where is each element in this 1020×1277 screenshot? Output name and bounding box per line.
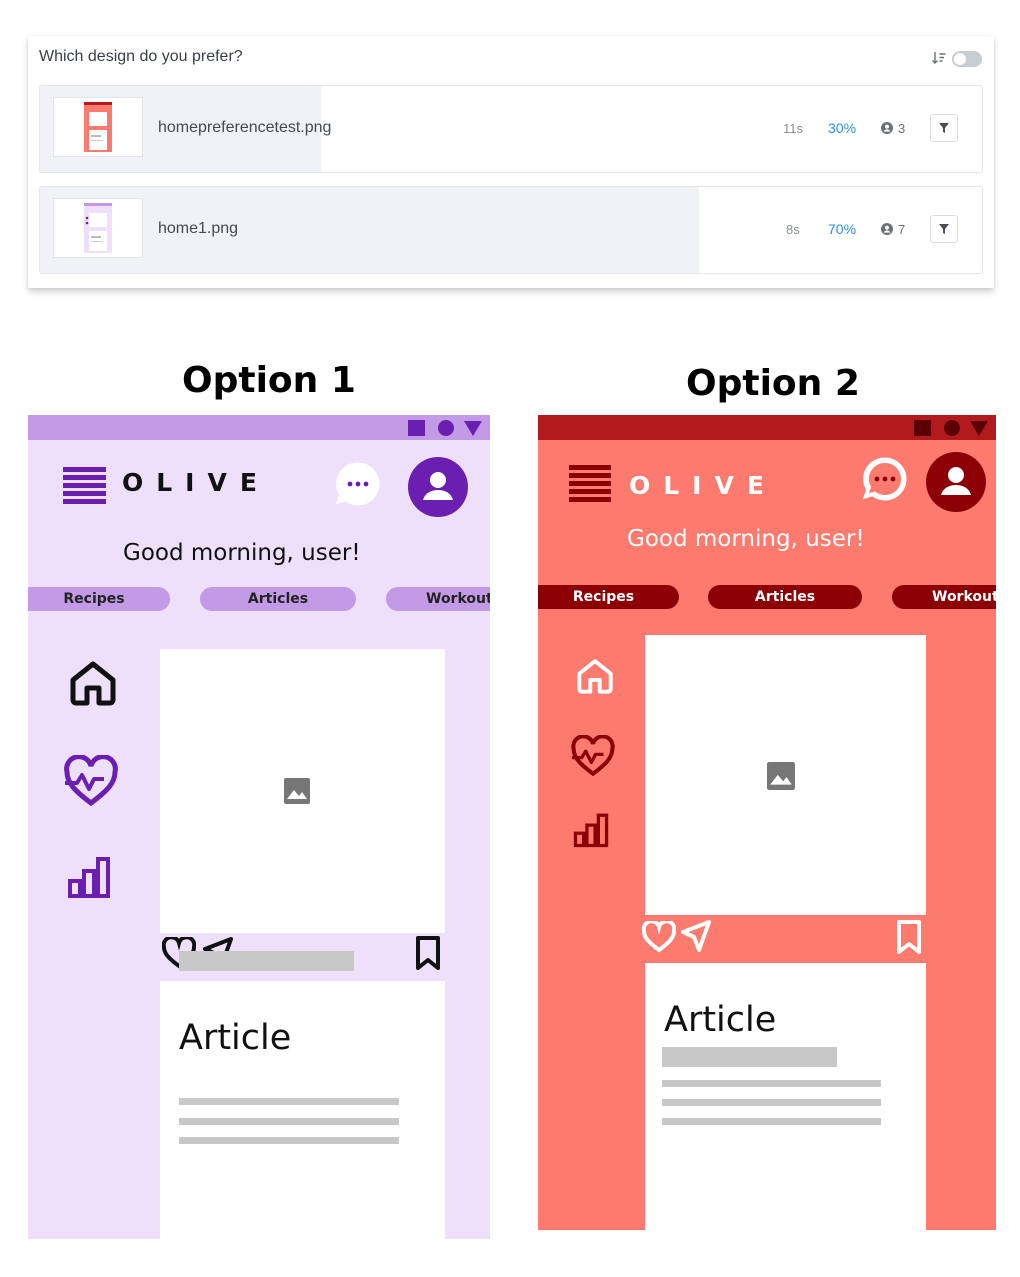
toggle-knob bbox=[954, 53, 966, 65]
chat-icon[interactable] bbox=[334, 460, 382, 508]
respondent-count: 3 bbox=[898, 121, 906, 136]
answer-time: 8s bbox=[786, 222, 800, 237]
option-1-mockup: OLIVE Good morning, user! Recipes Articl… bbox=[28, 415, 490, 1239]
answer-filename: home1.png bbox=[158, 220, 239, 237]
menu-icon[interactable] bbox=[63, 467, 106, 505]
answer-row-1[interactable]: homepreferencetest.png 11s 30% 3 bbox=[39, 85, 983, 173]
profile-avatar-icon[interactable] bbox=[408, 457, 468, 517]
tab-workout[interactable]: Workout bbox=[386, 587, 490, 611]
tab-articles[interactable]: Articles bbox=[200, 587, 356, 611]
filter-button[interactable] bbox=[930, 114, 958, 142]
tab-articles[interactable]: Articles bbox=[708, 585, 862, 609]
option-2-title: Option 2 bbox=[686, 363, 860, 404]
share-send-icon[interactable] bbox=[681, 920, 711, 952]
answer-percent: 30% bbox=[828, 120, 857, 136]
square-icon bbox=[914, 420, 931, 436]
article-subtitle-placeholder bbox=[662, 1047, 837, 1067]
article-text-line bbox=[662, 1080, 881, 1087]
profile-avatar-icon[interactable] bbox=[926, 452, 986, 512]
answer-thumbnail bbox=[53, 198, 143, 258]
circle-icon bbox=[944, 420, 960, 436]
image-placeholder-icon bbox=[284, 778, 310, 804]
answer-row-2[interactable]: home1.png 8s 70% 7 bbox=[39, 186, 983, 274]
user-icon bbox=[881, 223, 893, 235]
article-text-line bbox=[662, 1118, 881, 1125]
heart-pulse-icon[interactable] bbox=[63, 755, 119, 807]
tab-recipes[interactable]: Recipes bbox=[538, 585, 679, 609]
filter-icon bbox=[939, 123, 949, 133]
like-heart-icon[interactable] bbox=[642, 921, 676, 953]
app-logo: OLIVE bbox=[629, 471, 777, 500]
option-1-title: Option 1 bbox=[182, 360, 356, 401]
article-title: Article bbox=[664, 1000, 777, 1040]
greeting-text: Good morning, user! bbox=[627, 526, 865, 552]
bookmark-icon[interactable] bbox=[415, 935, 441, 971]
article-subtitle-placeholder bbox=[179, 951, 354, 971]
chat-icon[interactable] bbox=[861, 455, 909, 503]
circle-icon bbox=[438, 420, 454, 436]
survey-card: Which design do you prefer? homepreferen… bbox=[28, 36, 994, 288]
home-icon[interactable] bbox=[68, 660, 118, 706]
sort-icon[interactable] bbox=[931, 50, 947, 66]
bookmark-icon[interactable] bbox=[896, 919, 922, 955]
answer-time: 11s bbox=[783, 121, 803, 136]
greeting-text: Good morning, user! bbox=[123, 540, 361, 566]
user-icon bbox=[881, 122, 893, 134]
app-logo: OLIVE bbox=[122, 468, 270, 497]
triangle-icon bbox=[970, 421, 988, 436]
stats-chart-icon[interactable] bbox=[65, 855, 113, 899]
filter-button[interactable] bbox=[930, 215, 958, 243]
article-text-line bbox=[179, 1137, 399, 1144]
answer-percent: 70% bbox=[828, 221, 857, 237]
stats-chart-icon[interactable] bbox=[571, 812, 611, 848]
menu-icon[interactable] bbox=[569, 465, 611, 503]
heart-pulse-icon[interactable] bbox=[570, 735, 616, 777]
article-title: Article bbox=[179, 1018, 292, 1058]
tab-workout[interactable]: Workout bbox=[892, 585, 996, 609]
respondent-count: 7 bbox=[898, 222, 906, 237]
square-icon bbox=[408, 420, 425, 436]
article-text-line bbox=[179, 1098, 399, 1105]
tab-recipes[interactable]: Recipes bbox=[28, 587, 170, 611]
home-icon[interactable] bbox=[575, 658, 615, 694]
image-placeholder-icon bbox=[767, 762, 795, 790]
toggle-switch[interactable] bbox=[952, 51, 982, 67]
question-text: Which design do you prefer? bbox=[39, 48, 243, 65]
article-text-line bbox=[662, 1099, 881, 1106]
answer-thumbnail bbox=[53, 97, 143, 157]
triangle-icon bbox=[464, 421, 482, 436]
filter-icon bbox=[939, 224, 949, 234]
answer-filename: homepreferencetest.png bbox=[158, 119, 332, 136]
option-2-mockup: OLIVE Good morning, user! Recipes Articl… bbox=[538, 415, 996, 1230]
article-text-line bbox=[179, 1118, 399, 1125]
